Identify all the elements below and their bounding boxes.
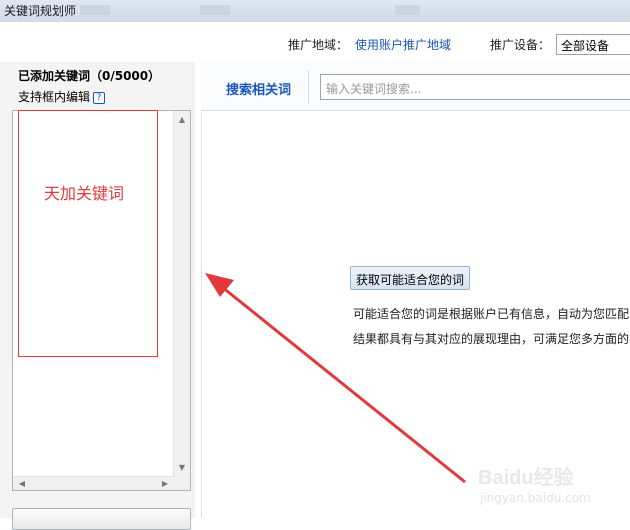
watermark-brand: Baidu经验	[478, 467, 574, 489]
watermark-url: jingyan.baidu.com	[480, 491, 591, 505]
watermark: Baidu经验 jingyan.baidu.com	[478, 455, 628, 515]
annotation-arrow-icon	[205, 273, 466, 484]
